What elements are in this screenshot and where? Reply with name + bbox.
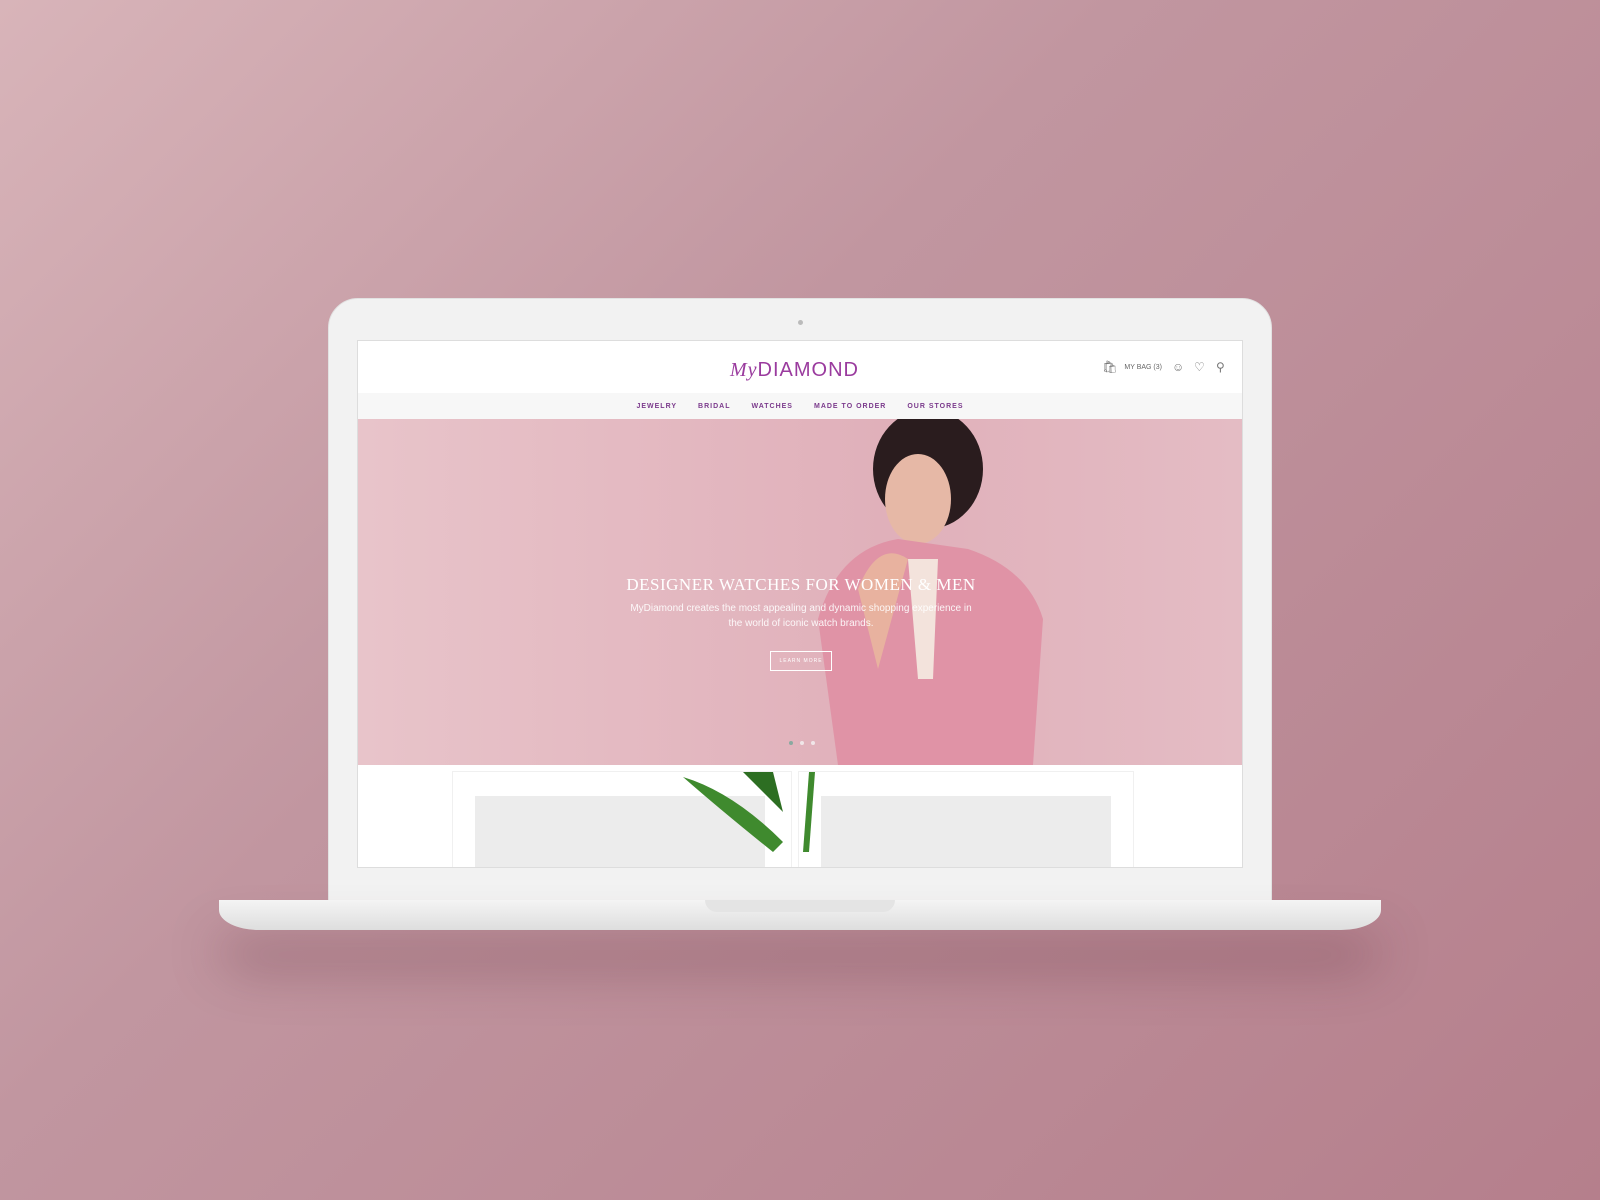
leaf-image: [803, 772, 815, 852]
feature-image: [821, 796, 1111, 867]
nav-bridal[interactable]: BRIDAL: [698, 403, 730, 410]
nav-watches[interactable]: WATCHES: [752, 403, 793, 410]
leaf-image: [683, 772, 783, 852]
learn-more-button[interactable]: LEARN MORE: [770, 651, 832, 671]
main-nav: JEWELRY BRIDAL WATCHES MADE TO ORDER OUR…: [358, 393, 1242, 419]
heart-icon[interactable]: ♡: [1194, 361, 1206, 373]
laptop-screen: MyDIAMOND 🛍 MY BAG (3) ☺ ♡ ⚲ JEWELRY BRI…: [357, 340, 1243, 868]
shopping-bag-icon[interactable]: 🛍: [1102, 361, 1117, 373]
hero-carousel: DESIGNER WATCHES FOR WOMEN & MEN MyDiamo…: [358, 419, 1242, 765]
nav-jewelry[interactable]: JEWELRY: [636, 403, 677, 410]
nav-made-to-order[interactable]: MADE TO ORDER: [814, 403, 886, 410]
hero-description: MyDiamond creates the most appealing and…: [630, 603, 972, 629]
nav-our-stores[interactable]: OUR STORES: [907, 403, 963, 410]
laptop-base: [219, 900, 1381, 930]
carousel-dot-3[interactable]: [811, 741, 815, 745]
feature-card[interactable]: [452, 771, 792, 867]
webcam: [798, 320, 803, 325]
carousel-dot-1[interactable]: [789, 741, 793, 745]
user-icon[interactable]: ☺: [1172, 361, 1184, 373]
featured-cards: [452, 771, 1152, 867]
logo[interactable]: MyDIAMOND: [730, 359, 859, 382]
carousel-dot-2[interactable]: [800, 741, 804, 745]
laptop-notch: [705, 900, 895, 912]
search-icon[interactable]: ⚲: [1216, 361, 1228, 373]
my-bag-link[interactable]: MY BAG (3): [1124, 364, 1162, 371]
hero-title: DESIGNER WATCHES FOR WOMEN & MEN: [626, 575, 976, 594]
carousel-dots: [789, 741, 815, 745]
feature-card[interactable]: [798, 771, 1134, 867]
site-header: MyDIAMOND 🛍 MY BAG (3) ☺ ♡ ⚲: [358, 341, 1242, 393]
